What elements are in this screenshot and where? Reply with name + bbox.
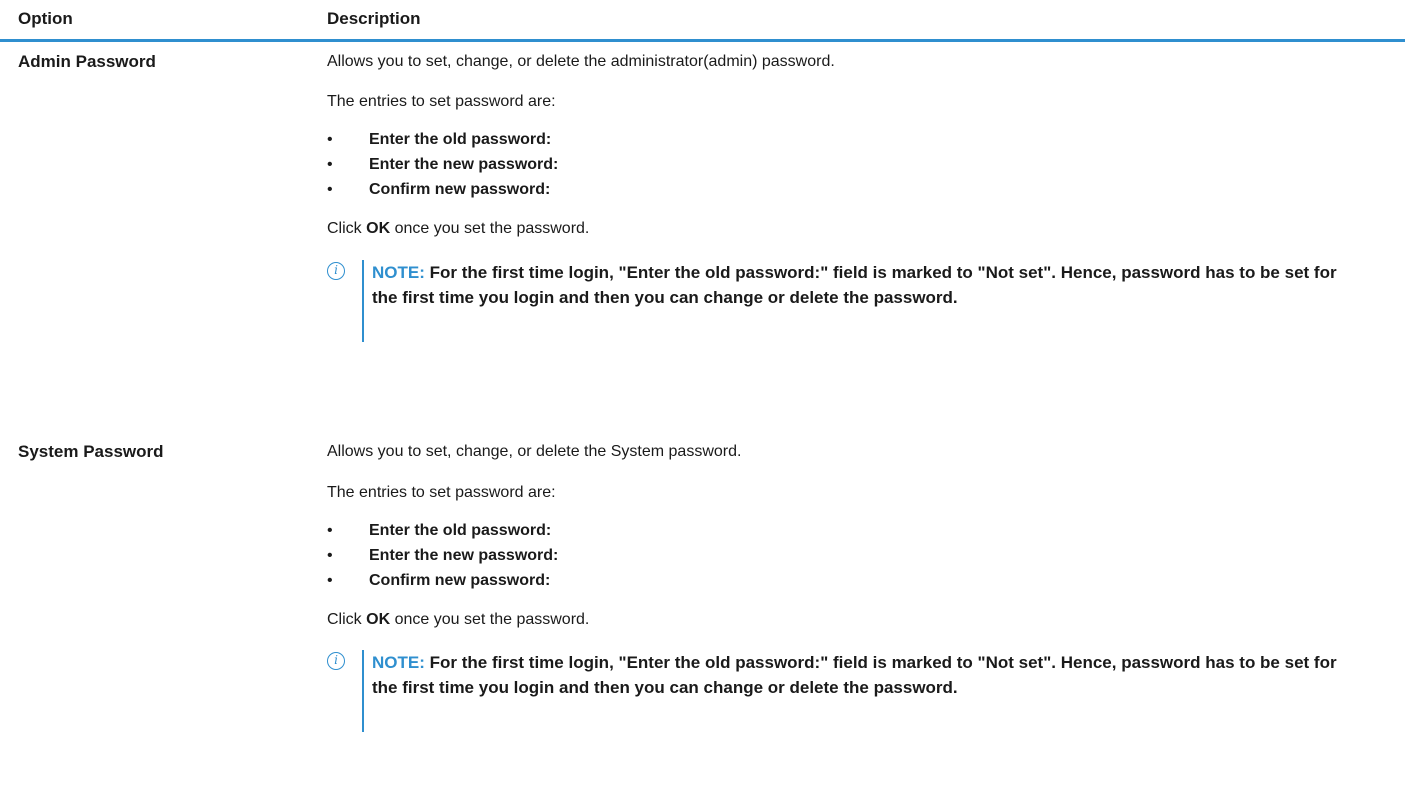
list-item-text: Confirm new password:	[369, 181, 551, 198]
note-text: NOTE: For the first time login, "Enter t…	[372, 260, 1352, 310]
ok-keyword: OK	[366, 611, 391, 628]
list-item-text: Enter the old password:	[369, 131, 552, 148]
bullet-icon: •	[327, 181, 333, 198]
note-divider	[362, 260, 364, 342]
instruction-prefix: Click	[327, 220, 362, 237]
click-ok-instruction: Click OK once you set the password.	[327, 610, 589, 630]
note-label: NOTE:	[372, 263, 425, 282]
option-name: Admin Password	[18, 52, 156, 71]
info-icon: i	[327, 262, 345, 280]
entries-heading: The entries to set password are:	[327, 484, 556, 501]
bullet-icon: •	[327, 522, 333, 539]
info-icon: i	[327, 652, 345, 670]
instruction-suffix: once you set the password.	[394, 611, 590, 628]
list-item-text: Enter the new password:	[369, 156, 559, 173]
ok-keyword: OK	[366, 220, 391, 237]
entries-heading: The entries to set password are:	[327, 93, 556, 110]
column-header-option: Option	[18, 9, 73, 28]
note-label: NOTE:	[372, 653, 425, 672]
option-name: System Password	[18, 442, 164, 461]
instruction-prefix: Click	[327, 611, 362, 628]
bullet-icon: •	[327, 572, 333, 589]
click-ok-instruction: Click OK once you set the password.	[327, 219, 589, 239]
bullet-icon: •	[327, 156, 333, 173]
column-header-description: Description	[327, 9, 421, 28]
option-description: Allows you to set, change, or delete the…	[327, 443, 742, 460]
note-text: NOTE: For the first time login, "Enter t…	[372, 650, 1352, 700]
note-body: For the first time login, "Enter the old…	[372, 263, 1337, 307]
list-item-text: Enter the new password:	[369, 547, 559, 564]
table-header: Option Description	[0, 0, 1405, 42]
bullet-icon: •	[327, 547, 333, 564]
note-divider	[362, 650, 364, 732]
option-description: Allows you to set, change, or delete the…	[327, 53, 835, 70]
list-item-text: Enter the old password:	[369, 522, 552, 539]
list-item-text: Confirm new password:	[369, 572, 551, 589]
bullet-icon: •	[327, 131, 333, 148]
note-body: For the first time login, "Enter the old…	[372, 653, 1337, 697]
instruction-suffix: once you set the password.	[394, 220, 590, 237]
